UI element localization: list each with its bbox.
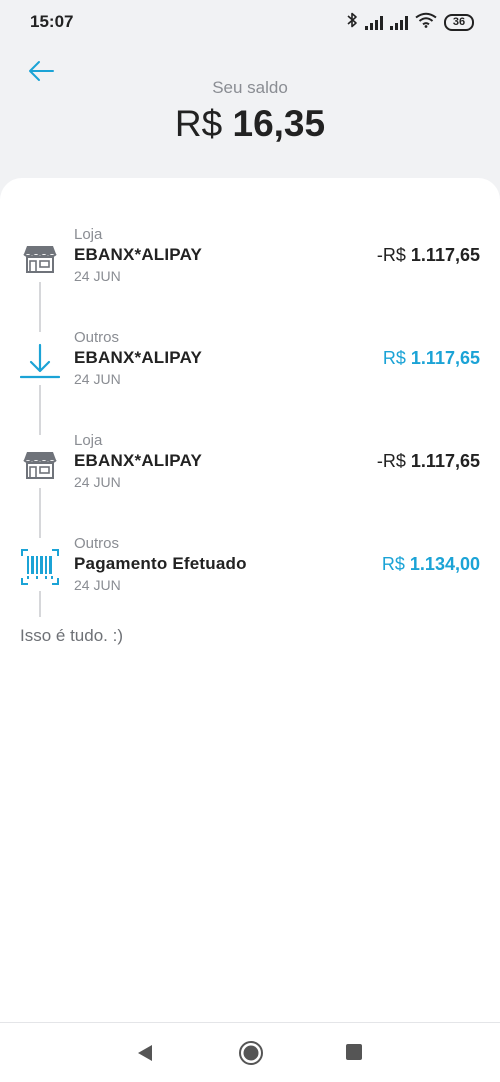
transaction-row[interactable]: Outros EBANX*ALIPAY 24 JUN R$ 1.117,65 (0, 329, 500, 399)
transaction-name: Pagamento Efetuado (74, 554, 247, 573)
amount-value: 1.117,65 (410, 451, 480, 471)
system-nav-bar (0, 1022, 500, 1082)
transaction-name: EBANX*ALIPAY (74, 348, 203, 367)
app-screen: 15:07 36 Seu saldo R$ 16,35 Loja EBANX*A… (0, 0, 500, 1082)
amount-value: 1.134,00 (409, 554, 480, 574)
balance-label: Seu saldo (212, 78, 288, 97)
balance-amount: R$ 16,35 (0, 103, 500, 145)
transaction-row[interactable]: Loja EBANX*ALIPAY 24 JUN -R$ 1.117,65 (0, 226, 500, 296)
store-icon (20, 238, 60, 278)
transaction-date: 24 JUN (74, 577, 121, 593)
download-arrow-icon (19, 341, 61, 381)
end-of-list-message: Isso é tudo. :) (20, 626, 123, 645)
status-time: 15:07 (30, 12, 74, 31)
amount-currency: -R$ (376, 451, 406, 471)
amount-value: 1.117,65 (410, 348, 480, 368)
transaction-name: EBANX*ALIPAY (74, 451, 203, 470)
nav-recents-icon[interactable] (346, 1044, 362, 1060)
balance-value: 16,35 (232, 103, 326, 144)
nav-back-icon[interactable] (136, 1043, 154, 1063)
transaction-amount: -R$ 1.117,65 (377, 245, 480, 266)
battery-icon: 36 (444, 14, 474, 31)
nav-home-icon[interactable] (238, 1040, 264, 1066)
transactions-card: Loja EBANX*ALIPAY 24 JUN -R$ 1.117,65 Ou… (0, 178, 500, 1022)
transaction-row[interactable]: Loja EBANX*ALIPAY 24 JUN -R$ 1.117,65 (0, 432, 500, 502)
amount-currency: R$ (382, 348, 406, 368)
store-icon (20, 444, 60, 484)
amount-currency: R$ (381, 554, 405, 574)
amount-value: 1.117,65 (410, 245, 480, 265)
wifi-icon (415, 12, 437, 33)
transaction-row[interactable]: Outros Pagamento Efetuado 24 JUN R$ 1.13… (0, 535, 500, 605)
bluetooth-icon (346, 12, 358, 33)
transaction-category: Loja (74, 226, 103, 243)
transaction-amount: -R$ 1.117,65 (377, 451, 480, 472)
barcode-icon (20, 547, 60, 587)
balance-currency: R$ (174, 103, 223, 144)
transaction-category: Loja (74, 432, 103, 449)
transaction-name: EBANX*ALIPAY (74, 245, 203, 264)
transaction-date: 24 JUN (74, 371, 121, 387)
transaction-date: 24 JUN (74, 474, 121, 490)
transaction-amount: R$ 1.134,00 (382, 554, 480, 575)
signal-icon-2 (390, 15, 408, 30)
status-bar: 15:07 36 (0, 0, 500, 44)
transaction-category: Outros (74, 329, 120, 346)
status-icons: 36 (346, 12, 474, 33)
transaction-category: Outros (74, 535, 120, 552)
signal-icon (365, 15, 383, 30)
transaction-date: 24 JUN (74, 268, 121, 284)
transaction-amount: R$ 1.117,65 (383, 348, 480, 369)
amount-currency: -R$ (376, 245, 406, 265)
